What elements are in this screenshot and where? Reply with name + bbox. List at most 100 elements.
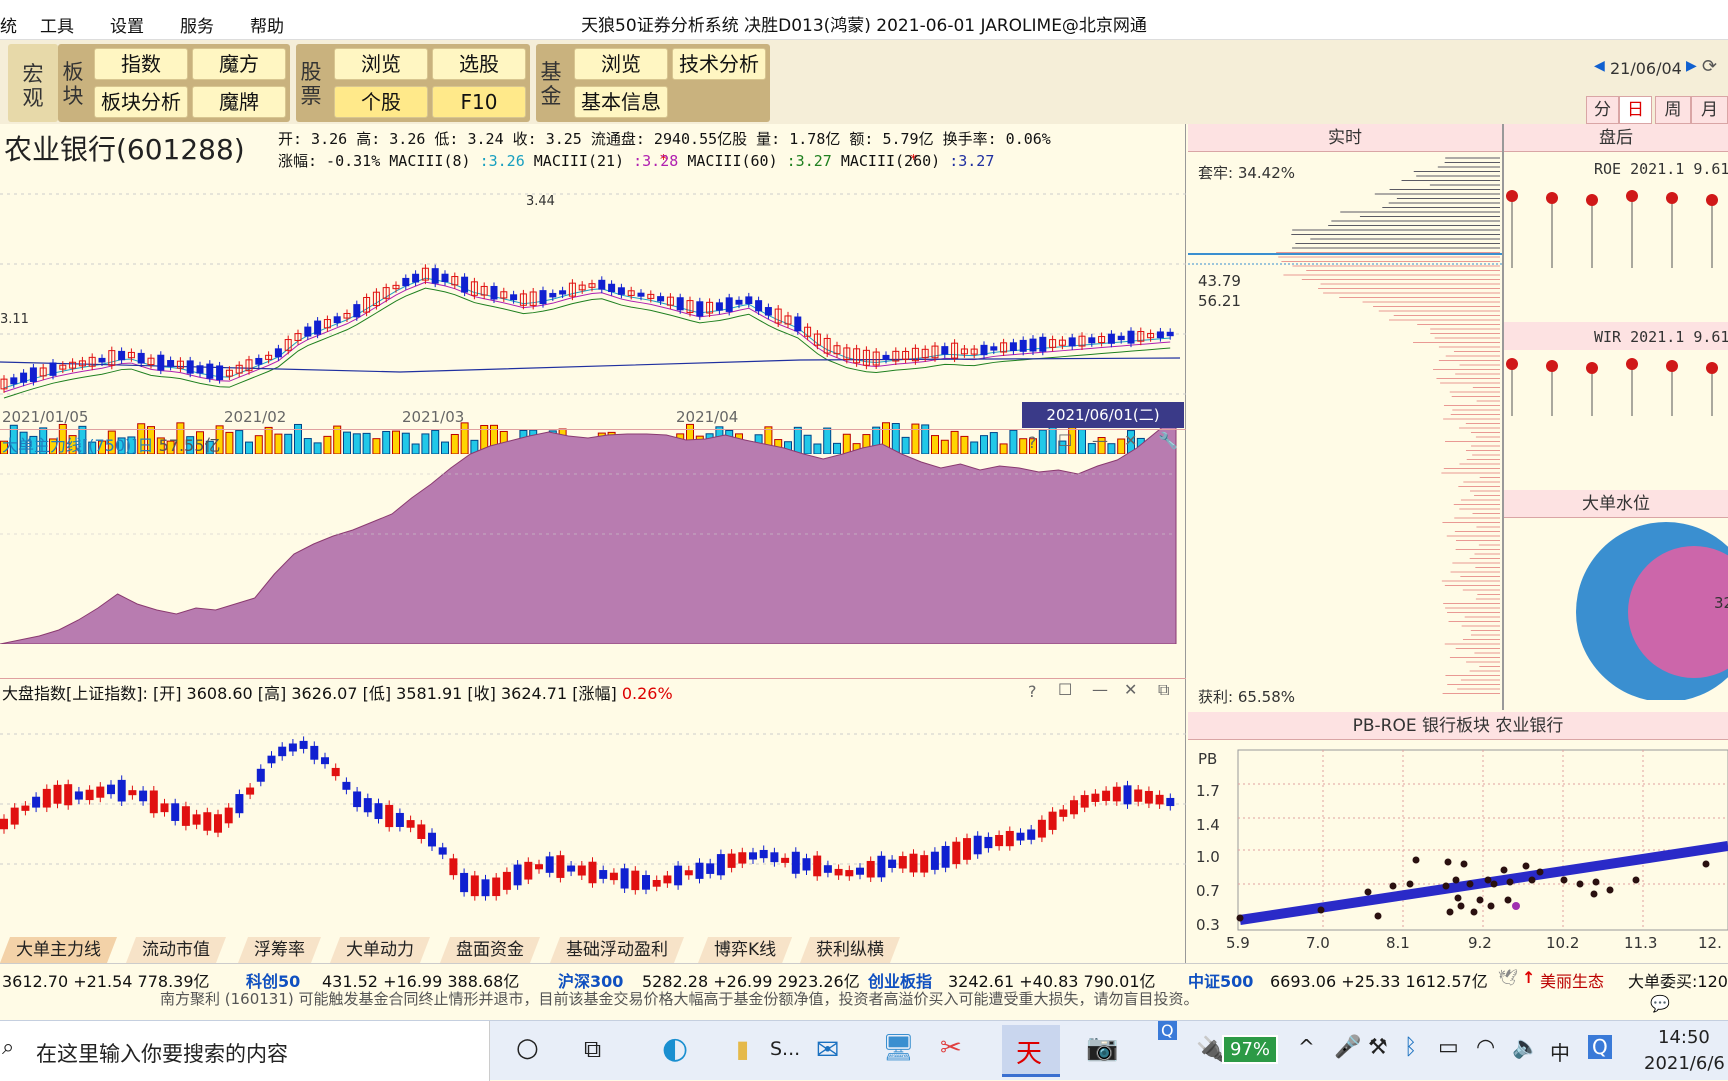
low-price-label: 3.11 <box>0 312 29 327</box>
app-s-label[interactable]: S... <box>770 1038 800 1060</box>
wir-lollipop-chart <box>1506 358 1718 416</box>
task-view-icon[interactable]: ⧉ <box>584 1035 601 1063</box>
tianlang-icon: 天 <box>1016 1039 1043 1069</box>
sector-analysis-button[interactable]: 板块分析 <box>94 86 188 118</box>
fund-browse-button[interactable]: 浏览 <box>574 48 668 80</box>
tool-icon[interactable]: ⚒ <box>1368 1035 1388 1060</box>
q-badge-icon[interactable]: Q <box>1158 1021 1177 1040</box>
roe-tick-5: 10.2 <box>1546 934 1580 952</box>
wrench-icon[interactable]: 🔧 <box>1158 431 1178 450</box>
f10-button[interactable]: F10 <box>432 86 526 118</box>
ma60-label: MACIII(60) <box>687 152 778 170</box>
pbroe-scatter-chart <box>1236 749 1728 931</box>
pbroe-header: PB-ROE 银行板块 农业银行 <box>1188 712 1728 740</box>
chart-pane: * * <box>0 124 1186 964</box>
volume-icon[interactable]: 🔈 <box>1512 1035 1539 1060</box>
tab-day[interactable]: 日 <box>1619 96 1652 124</box>
clock-date[interactable]: 2021/6/6 <box>1644 1053 1725 1074</box>
tab-base-float-profit[interactable]: 基础浮动盈利 <box>550 937 684 963</box>
roe-tick-2: 7.0 <box>1306 934 1330 952</box>
bird-icon: 🕊 <box>1498 968 1519 987</box>
mic-icon[interactable]: 🎤 <box>1334 1035 1361 1060</box>
help-icon[interactable]: ? <box>1028 682 1037 701</box>
tab-profit-matrix[interactable]: 获利纵横 <box>800 937 900 963</box>
tab-week[interactable]: 周 <box>1655 96 1691 124</box>
chip-header: 实时 <box>1188 124 1502 152</box>
tab-big-order-line[interactable]: 大单主力线 <box>0 937 117 963</box>
app-title: 天狼50证券分析系统 决胜D013(鸿蒙) 2021-06-01 JAROLIM… <box>581 16 1147 36</box>
date-label-0: 2021/01/05 <box>2 408 89 426</box>
maximize-icon[interactable]: ☐ <box>1058 431 1072 450</box>
roe-tick-4: 9.2 <box>1468 934 1492 952</box>
computer-icon[interactable]: 🖥 <box>882 1033 915 1063</box>
stock-quote-line: 开: 3.26 高: 3.26 低: 3.24 收: 3.25 流通盘: 294… <box>278 130 1051 148</box>
date-label-1: 2021/02 <box>224 408 287 426</box>
close-icon[interactable]: ✕ <box>1124 431 1137 450</box>
battery-badge[interactable]: 97% <box>1222 1035 1279 1064</box>
close-icon[interactable]: ✕ <box>1124 680 1137 699</box>
tab-market-capital[interactable]: 盘面资金 <box>440 937 540 963</box>
mail-icon[interactable]: ✉ <box>816 1033 839 1066</box>
minimize-icon[interactable]: — <box>1092 680 1108 699</box>
tab-float-cap[interactable]: 流动市值 <box>126 937 226 963</box>
camera-icon[interactable]: 📷 <box>1086 1033 1118 1063</box>
profit-pct: 获利: 65.58% <box>1198 688 1296 706</box>
macro-label: 宏观 <box>22 62 44 110</box>
index-button[interactable]: 指数 <box>94 48 188 80</box>
tianlang-app-button[interactable]: 天 <box>1002 1025 1060 1077</box>
wifi-icon[interactable]: ◠ <box>1476 1035 1495 1060</box>
taskbar-search[interactable]: ⌕ 在这里输入你要搜索的内容 <box>0 1021 490 1081</box>
refresh-icon[interactable]: ⟳ <box>1702 56 1717 77</box>
water-value: 32 <box>1714 594 1728 612</box>
q-app-icon[interactable]: Q <box>1588 1035 1612 1059</box>
fund-group: 基金 浏览 技术分析 基本信息 <box>536 44 770 122</box>
bluetooth-icon[interactable]: ᛒ <box>1404 1035 1417 1060</box>
minimize-icon[interactable]: — <box>1092 431 1108 450</box>
folder-icon[interactable]: ▮ <box>736 1035 749 1063</box>
ime-indicator[interactable]: 中 <box>1550 1037 1570 1066</box>
prev-arrow-icon[interactable]: ◀ <box>1594 58 1605 74</box>
trapped-pct: 套牢: 34.42% <box>1198 164 1296 182</box>
kline-chart[interactable]: * * <box>0 154 1186 454</box>
index-title: 大盘指数[上证指数]: [开] 3608.60 [高] 3626.07 [低] … <box>2 684 673 703</box>
clock-time[interactable]: 14:50 <box>1658 1027 1710 1048</box>
toolbar: 宏观 板块 指数 魔方 板块分析 魔牌 股票 浏览 选股 个股 F10 基金 浏… <box>0 40 1728 124</box>
cortana-icon[interactable]: ○ <box>516 1033 539 1063</box>
menu-bar: 统 工具 设置 服务 帮助 天狼50证券分析系统 决胜D013(鸿蒙) 2021… <box>0 0 1728 40</box>
magic-button[interactable]: 魔方 <box>192 48 286 80</box>
stock-name: 农业银行(601288) <box>4 133 245 166</box>
indicator-tabs: 大单主力线 流动市值 浮筹率 大单动力 盘面资金 基础浮动盈利 博弈K线 获利纵… <box>0 937 1186 963</box>
chat-icon[interactable]: 💬 <box>1650 994 1670 1013</box>
pb-tick-2: 1.4 <box>1196 816 1220 834</box>
tech-analysis-button[interactable]: 技术分析 <box>672 48 766 80</box>
chevron-up-icon[interactable]: ^ <box>1298 1035 1315 1059</box>
macro-group[interactable]: 宏观 <box>8 44 58 122</box>
pick-stock-button[interactable]: 选股 <box>432 48 526 80</box>
tab-game-kline[interactable]: 博弈K线 <box>698 937 792 963</box>
windows-taskbar: ⌕ 在这里输入你要搜索的内容 ○ ⧉ ◐ ▮ S... ✉ 🖥 ✂ 天 📷 Q … <box>0 1020 1728 1081</box>
pb-tick-4: 0.7 <box>1196 882 1220 900</box>
battery-icon[interactable]: ▭ <box>1438 1035 1459 1060</box>
restore-icon[interactable]: ⧉ <box>1158 680 1169 700</box>
wir-label: WIR 2021.1 9.61 <box>1594 328 1728 346</box>
basic-info-button[interactable]: 基本信息 <box>574 86 668 118</box>
next-arrow-icon[interactable]: ▶ <box>1686 58 1697 74</box>
tab-float-ratio[interactable]: 浮筹率 <box>238 937 321 963</box>
magic-card-button[interactable]: 魔牌 <box>192 86 286 118</box>
price-level-2: 56.21 <box>1198 292 1241 310</box>
single-stock-button[interactable]: 个股 <box>334 86 428 118</box>
flow-title: 大单主力线[(750)]日 57.55亿 <box>2 436 221 455</box>
browse-button[interactable]: 浏览 <box>334 48 428 80</box>
ma8-value: :3.26 <box>479 152 525 170</box>
edge-icon[interactable]: ◐ <box>662 1031 688 1066</box>
help-icon[interactable]: ? <box>1028 433 1037 452</box>
tab-big-order-power[interactable]: 大单动力 <box>330 937 430 963</box>
roe-tick-7: 12. <box>1698 934 1722 952</box>
maximize-icon[interactable]: ☐ <box>1058 680 1072 699</box>
index-kline-chart[interactable] <box>0 704 1186 924</box>
tab-minute[interactable]: 分 <box>1586 96 1619 124</box>
scissors-icon[interactable]: ✂ <box>940 1033 962 1063</box>
price-level-1: 43.79 <box>1198 272 1241 290</box>
search-icon: ⌕ <box>2 1035 15 1060</box>
tab-month[interactable]: 月 <box>1691 96 1728 124</box>
